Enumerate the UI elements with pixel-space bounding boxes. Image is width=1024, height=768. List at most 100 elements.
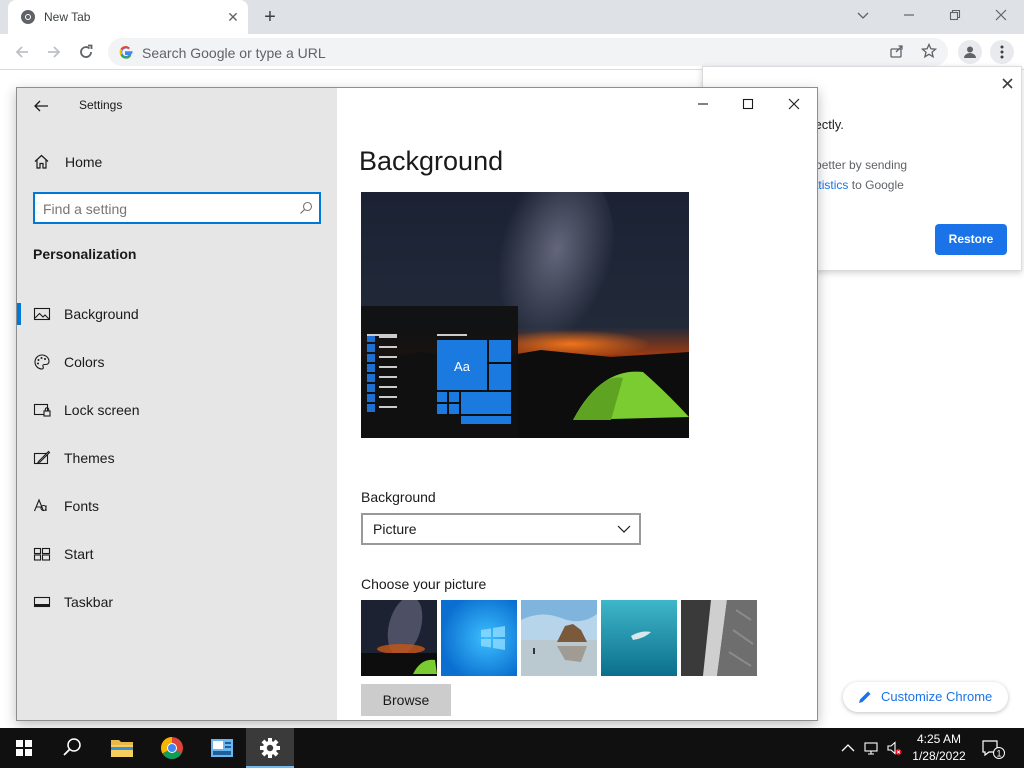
share-icon[interactable] [888,43,906,61]
back-arrow-icon[interactable] [33,96,51,114]
sidebar-item-background[interactable]: Background [17,299,337,329]
tab-title: New Tab [44,10,91,24]
picture-thumbnail-night-sky[interactable] [361,600,437,676]
browse-button[interactable]: Browse [361,684,451,716]
forward-icon[interactable] [42,40,66,64]
omnibox[interactable]: Search Google or type a URL [108,38,948,66]
chrome-tab-strip: New Tab ✕ + [0,0,1024,34]
settings-sidebar: Settings Home Personalization Background… [17,88,337,720]
settings-window: Settings Home Personalization Background… [16,87,818,721]
background-label: Background [361,489,436,505]
home-label: Home [65,154,103,170]
new-tab-button[interactable]: + [258,6,282,30]
preview-sample-text: Aa [454,359,471,374]
search-icon [300,201,313,214]
bookmark-star-icon[interactable] [920,42,938,61]
settings-maximize-icon[interactable] [735,94,761,116]
taskbar-search-button[interactable] [48,728,96,768]
choose-picture-label: Choose your picture [361,576,487,592]
clock-time[interactable]: 4:25 AM [912,732,966,746]
reload-icon[interactable] [74,40,98,64]
minimize-icon[interactable] [895,4,923,26]
volume-muted-icon[interactable] [886,740,902,756]
sidebar-item-label: Background [64,306,139,322]
chevron-up-icon[interactable] [840,740,856,756]
picture-icon [33,307,51,321]
network-icon[interactable] [863,740,879,756]
sidebar-item-start[interactable]: Start [17,539,337,569]
control-panel-button[interactable] [198,728,246,768]
sidebar-item-label: Taskbar [64,594,114,610]
background-type-dropdown[interactable]: Picture [361,513,641,545]
themes-icon [33,450,51,465]
chrome-taskbar-button[interactable] [148,728,196,768]
chrome-toolbar: Search Google or type a URL [0,34,1024,70]
tab-close-icon[interactable]: ✕ [224,8,242,26]
action-center-button[interactable]: 1 [980,738,1006,760]
tab-search-icon[interactable] [849,4,877,26]
customize-chrome-button[interactable]: Customize Chrome [843,682,1008,712]
sidebar-item-label: Fonts [64,498,100,514]
restore-down-icon[interactable] [941,4,969,26]
clock-date[interactable]: 1/28/2022 [908,749,970,763]
popup-close-icon[interactable] [1002,73,1013,93]
sidebar-item-lock-screen[interactable]: Lock screen [17,395,337,425]
customize-chrome-label: Customize Chrome [881,689,993,704]
settings-taskbar-button[interactable] [246,728,294,768]
close-window-icon[interactable] [987,4,1015,26]
home-nav-item[interactable]: Home [33,152,323,172]
find-setting-search[interactable] [33,192,321,224]
pencil-icon [859,691,871,703]
page-title: Background [359,146,504,176]
section-heading: Personalization [33,246,137,262]
windows-logo-icon [16,740,32,756]
gear-icon [260,738,280,758]
start-button[interactable] [0,728,48,768]
notification-count: 1 [996,749,1001,759]
night-sky-wallpaper-image: Aa [361,192,689,438]
restore-button[interactable]: Restore [935,224,1007,255]
settings-app-title: Settings [79,98,123,112]
background-preview: Aa [361,192,689,438]
profile-icon[interactable] [958,40,982,64]
taskbar-icon [33,596,51,608]
sidebar-item-colors[interactable]: Colors [17,347,337,377]
settings-minimize-icon[interactable] [690,94,716,116]
dropdown-value: Picture [373,521,417,537]
file-explorer-button[interactable] [98,728,146,768]
home-icon [34,154,49,169]
search-input[interactable] [43,200,283,218]
picture-thumbnail-windows[interactable] [441,600,517,676]
chrome-menu-icon[interactable] [990,40,1014,64]
omnibox-placeholder: Search Google or type a URL [142,45,326,61]
notification-icon: 1 [982,740,1005,759]
selected-indicator [17,303,21,325]
sidebar-item-fonts[interactable]: Fonts [17,491,337,521]
windows-taskbar: 4:25 AM 1/28/2022 1 [0,728,1024,768]
fonts-icon [33,498,47,512]
settings-content: Background Aa Background Picture Choose … [337,88,817,720]
chrome-favicon-icon [21,10,35,24]
lock-screen-icon [33,403,51,417]
folder-icon [111,740,133,757]
chrome-icon [161,737,183,759]
tab-new-tab[interactable]: New Tab ✕ [8,0,248,34]
chevron-down-icon [617,525,631,533]
sidebar-item-label: Start [64,546,94,562]
sidebar-item-taskbar[interactable]: Taskbar [17,587,337,617]
picture-thumbnail-beach[interactable] [521,600,597,676]
sidebar-item-label: Lock screen [64,402,140,418]
sidebar-item-label: Colors [64,354,105,370]
back-icon[interactable] [10,40,34,64]
google-g-icon [119,46,133,59]
sidebar-item-themes[interactable]: Themes [17,443,337,473]
sidebar-item-label: Themes [64,450,115,466]
start-icon [33,547,51,561]
palette-icon [34,354,50,370]
picture-thumbnail-rock[interactable] [681,600,757,676]
picture-thumbnail-underwater[interactable] [601,600,677,676]
control-panel-icon [211,739,233,757]
popup-body-suffix: to Google [851,178,904,192]
settings-close-icon[interactable] [781,94,807,116]
search-icon [63,738,81,756]
